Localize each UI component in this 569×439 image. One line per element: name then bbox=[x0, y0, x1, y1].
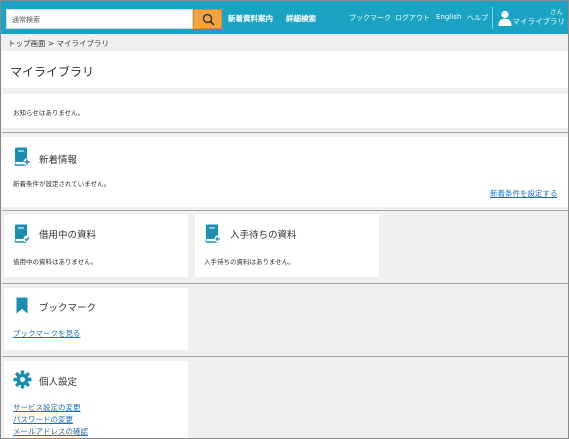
change-service-settings-link[interactable]: サービス設定の変更 bbox=[13, 402, 81, 413]
view-bookmarks-link[interactable]: ブックマークを見る bbox=[13, 328, 81, 339]
new-info-title: 新着情報 bbox=[39, 155, 78, 166]
nav-new-arrivals-link[interactable]: 新着資料案内 bbox=[228, 13, 273, 24]
waiting-title: 入手待ちの資料 bbox=[230, 230, 297, 241]
page-title: マイライブラリ bbox=[10, 65, 95, 79]
top-header: 通常検索 新着資料案内 詳細検索 ブックマーク ログアウト English ヘル… bbox=[1, 1, 568, 34]
user-library-link[interactable]: マイライブラリ bbox=[513, 16, 566, 27]
new-info-icon bbox=[14, 147, 31, 166]
bookmark-title: ブックマーク bbox=[39, 303, 97, 314]
user-icon bbox=[498, 10, 512, 26]
user-suffix: さん bbox=[550, 8, 563, 16]
waiting-icon bbox=[205, 224, 222, 243]
notice-panel bbox=[2, 94, 568, 128]
bookmark-icon bbox=[16, 297, 28, 314]
bookmark-panel bbox=[4, 288, 188, 350]
borrowing-icon bbox=[14, 224, 31, 243]
nav-english-link[interactable]: English bbox=[436, 13, 461, 21]
confirm-email-link[interactable]: メールアドレスの確認 bbox=[13, 426, 88, 437]
breadcrumb: トップ画面 > マイライブラリ bbox=[8, 39, 110, 48]
new-info-text: 新着条件が設定されていません。 bbox=[13, 180, 111, 188]
search-input[interactable]: 通常検索 bbox=[6, 9, 193, 29]
nav-advanced-search-link[interactable]: 詳細検索 bbox=[286, 13, 316, 24]
settings-title: 個人設定 bbox=[39, 377, 78, 388]
notice-text: お知らせはありません。 bbox=[13, 109, 85, 117]
search-icon bbox=[202, 13, 215, 26]
user-menu[interactable]: さん マイライブラリ bbox=[498, 6, 566, 30]
nav-help-link[interactable]: ヘルプ bbox=[467, 13, 488, 23]
borrowing-text: 借用中の資料はありません。 bbox=[13, 258, 98, 266]
waiting-panel bbox=[195, 215, 379, 277]
section-divider bbox=[2, 283, 568, 284]
section-divider bbox=[2, 210, 568, 211]
section-divider bbox=[2, 132, 568, 133]
nav-logout-link[interactable]: ログアウト bbox=[395, 13, 430, 23]
borrowing-panel bbox=[4, 215, 188, 277]
borrowing-title: 借用中の資料 bbox=[39, 230, 97, 241]
set-new-condition-link[interactable]: 新着条件を設定する bbox=[490, 188, 558, 199]
waiting-text: 入手待ちの資料はありません。 bbox=[204, 258, 295, 266]
page-frame: 通常検索 新着資料案内 詳細検索 ブックマーク ログアウト English ヘル… bbox=[0, 0, 569, 439]
gear-icon bbox=[13, 370, 32, 389]
nav-bookmarks-link[interactable]: ブックマーク bbox=[349, 13, 391, 23]
search-button[interactable] bbox=[193, 9, 222, 29]
header-divider bbox=[492, 7, 493, 29]
new-info-panel bbox=[2, 137, 568, 207]
section-divider bbox=[2, 356, 568, 357]
change-password-link[interactable]: パスワードの変更 bbox=[13, 414, 73, 425]
